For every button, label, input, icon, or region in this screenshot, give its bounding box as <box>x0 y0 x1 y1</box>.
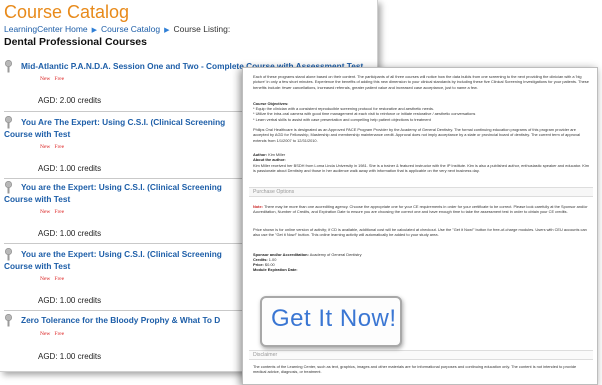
course-credits: AGD: 1.00 credits <box>38 296 102 305</box>
pushpin-icon <box>5 60 12 73</box>
about-author-text: Kim Miller received her BSDH from Loma L… <box>253 163 589 174</box>
purchase-options-header: Purchase Options <box>249 187 593 197</box>
breadcrumb: LearningCenter Home ▶ Course Catalog ▶ Cours… <box>4 24 230 34</box>
disclaimer-header: Disclaimer <box>249 350 593 360</box>
objectives-list: * Equip the clinician with a consistent … <box>253 106 476 122</box>
purchase-note: Note: There may be more than one accredi… <box>253 204 589 215</box>
get-it-now-button[interactable]: Get It Now! <box>260 296 402 347</box>
pushpin-icon <box>5 116 12 129</box>
course-tags: New Free <box>40 276 64 282</box>
course-credits: AGD: 1.00 credits <box>38 164 102 173</box>
breadcrumb-arrow-icon: ▶ <box>91 27 98 34</box>
section-title: Dental Professional Courses <box>4 36 147 48</box>
course-credits: AGD: 2.00 credits <box>38 96 102 105</box>
course-title-link-continued[interactable]: Course with Test <box>4 261 70 271</box>
breadcrumb-current: Course Listing: <box>173 24 231 34</box>
new-badge: New <box>40 209 51 215</box>
note-label: Note: <box>253 204 263 209</box>
page-title: Course Catalog <box>4 2 130 22</box>
screenshot-stage: Course Catalog LearningCenter Home ▶ Cours… <box>0 0 602 385</box>
course-title-link-continued[interactable]: Course with Test <box>4 129 70 139</box>
course-title-link[interactable]: You Are The Expert: Using C.S.I. (Clinic… <box>21 117 225 127</box>
free-badge: Free <box>54 209 65 215</box>
disclaimer-text: The contents of the Learning Center, suc… <box>253 364 577 375</box>
new-badge: New <box>40 331 51 337</box>
free-badge: Free <box>54 276 65 282</box>
course-tags: New Free <box>40 209 64 215</box>
free-badge: Free <box>54 144 65 150</box>
purchase-options-title: Purchase Options <box>253 189 295 195</box>
expiration-label: Module Expiration Date: <box>253 267 298 272</box>
breadcrumb-home-link[interactable]: LearningCenter Home <box>4 24 88 34</box>
about-author-heading: About the author: <box>253 157 286 162</box>
course-intro-text: Each of these programs stand alone based… <box>253 74 589 90</box>
pushpin-icon <box>5 314 12 327</box>
price-info-text: Price shown is for online version of act… <box>253 227 587 238</box>
pushpin-icon <box>5 181 12 194</box>
breadcrumb-arrow-icon: ▶ <box>164 27 170 34</box>
new-badge: New <box>40 276 51 282</box>
course-title-link-continued[interactable]: Course with Test <box>4 194 70 204</box>
provider-statement: Philips Oral Healthcare is designated as… <box>253 127 581 143</box>
free-badge: Free <box>54 331 65 337</box>
new-badge: New <box>40 76 51 82</box>
course-title-link[interactable]: You are the Expert: Using C.S.I. (Clinic… <box>21 249 222 259</box>
course-credits: AGD: 1.00 credits <box>38 229 102 238</box>
course-title-link[interactable]: Zero Tolerance for the Bloody Prophy & W… <box>21 315 220 325</box>
note-text: There may be more than one accrediting a… <box>253 204 588 215</box>
breadcrumb-catalog-link[interactable]: Course Catalog <box>101 24 160 34</box>
course-title-link[interactable]: You are the Expert: Using C.S.I. (Clinic… <box>21 182 222 192</box>
course-tags: New Free <box>40 331 64 337</box>
disclaimer-title: Disclaimer <box>253 352 278 358</box>
course-tags: New Free <box>40 76 64 82</box>
get-it-now-label: Get It Now! <box>271 305 397 332</box>
pushpin-icon <box>5 248 12 261</box>
new-badge: New <box>40 144 51 150</box>
course-tags: New Free <box>40 144 64 150</box>
course-credits: AGD: 1.00 credits <box>38 352 102 361</box>
free-badge: Free <box>54 76 65 82</box>
